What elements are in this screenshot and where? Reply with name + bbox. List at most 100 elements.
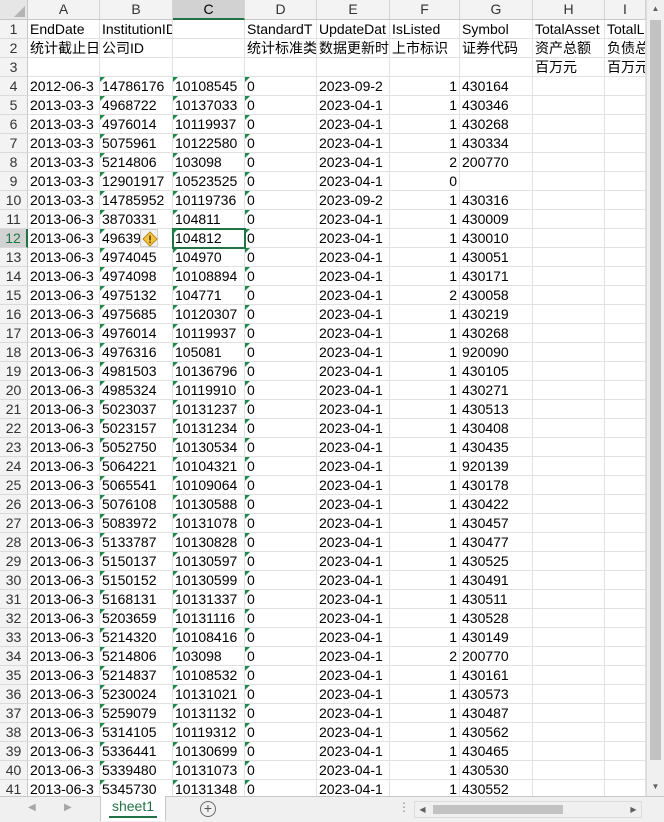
cell-f5[interactable]: 1 [390,96,460,115]
cell-b6[interactable]: 4976014 [100,115,173,134]
cell-a39[interactable]: 2013-06-3 [28,742,100,761]
cell-h34[interactable] [533,647,605,666]
row-header[interactable]: 23 [0,438,28,457]
column-header-i[interactable]: I [605,0,646,20]
cell-b32[interactable]: 5203659 [100,609,173,628]
cell-e25[interactable]: 2023-04-1 [317,476,390,495]
cell-h9[interactable] [533,172,605,191]
cell-e37[interactable]: 2023-04-1 [317,704,390,723]
cell-g2[interactable]: 证券代码 [460,39,533,58]
cell-c20[interactable]: 10119910 [173,381,245,400]
cell-e20[interactable]: 2023-04-1 [317,381,390,400]
cell-c41[interactable]: 10131348 [173,780,245,796]
cell-h30[interactable] [533,571,605,590]
cell-i4[interactable] [605,77,646,96]
cell-i40[interactable] [605,761,646,780]
cell-d23[interactable]: 0 [245,438,317,457]
cell-e18[interactable]: 2023-04-1 [317,343,390,362]
next-sheet-arrow-icon[interactable]: ▶ [64,802,72,813]
cell-i9[interactable] [605,172,646,191]
row-header[interactable]: 6 [0,115,28,134]
cell-b9[interactable]: 12901917 [100,172,173,191]
row-header[interactable]: 18 [0,343,28,362]
cell-e14[interactable]: 2023-04-1 [317,267,390,286]
cell-g9[interactable] [460,172,533,191]
cell-h12[interactable] [533,229,605,248]
cell-i16[interactable] [605,305,646,324]
cell-f14[interactable]: 1 [390,267,460,286]
cell-b38[interactable]: 5314105 [100,723,173,742]
row-header[interactable]: 10 [0,191,28,210]
cell-h13[interactable] [533,248,605,267]
cell-d13[interactable]: 0 [245,248,317,267]
cell-i29[interactable] [605,552,646,571]
cell-e41[interactable]: 2023-04-1 [317,780,390,796]
row-header[interactable]: 37 [0,704,28,723]
cell-c23[interactable]: 10130534 [173,438,245,457]
cell-i35[interactable] [605,666,646,685]
cell-e39[interactable]: 2023-04-1 [317,742,390,761]
cell-a20[interactable]: 2013-06-3 [28,381,100,400]
cell-h26[interactable] [533,495,605,514]
column-header-h[interactable]: H [533,0,605,20]
cell-e24[interactable]: 2023-04-1 [317,457,390,476]
cell-a34[interactable]: 2013-06-3 [28,647,100,666]
cell-h35[interactable] [533,666,605,685]
cell-h24[interactable] [533,457,605,476]
cell-b28[interactable]: 5133787 [100,533,173,552]
cell-c17[interactable]: 10119937 [173,324,245,343]
cell-b12[interactable]: 49639 [100,229,173,248]
column-header-b[interactable]: B [100,0,173,20]
cell-f31[interactable]: 1 [390,590,460,609]
cell-d12[interactable]: 0 [245,229,317,248]
cell-f16[interactable]: 1 [390,305,460,324]
vertical-scrollbar[interactable]: ▲ ▼ [646,0,664,796]
cell-b25[interactable]: 5065541 [100,476,173,495]
cell-h31[interactable] [533,590,605,609]
cell-a22[interactable]: 2013-06-3 [28,419,100,438]
cell-b35[interactable]: 5214837 [100,666,173,685]
cell-h29[interactable] [533,552,605,571]
cell-c30[interactable]: 10130599 [173,571,245,590]
cell-e2[interactable]: 数据更新时 [317,39,390,58]
row-header[interactable]: 20 [0,381,28,400]
row-header[interactable]: 30 [0,571,28,590]
row-header[interactable]: 4 [0,77,28,96]
cell-c7[interactable]: 10122580 [173,134,245,153]
cell-a30[interactable]: 2013-06-3 [28,571,100,590]
cell-i22[interactable] [605,419,646,438]
cell-b31[interactable]: 5168131 [100,590,173,609]
cell-i36[interactable] [605,685,646,704]
cell-h5[interactable] [533,96,605,115]
column-header-c[interactable]: C [173,0,245,20]
cell-c6[interactable]: 10119937 [173,115,245,134]
cell-b34[interactable]: 5214806 [100,647,173,666]
cell-b19[interactable]: 4981503 [100,362,173,381]
cell-a27[interactable]: 2013-06-3 [28,514,100,533]
row-header[interactable]: 22 [0,419,28,438]
cell-e21[interactable]: 2023-04-1 [317,400,390,419]
cell-c39[interactable]: 10130699 [173,742,245,761]
cell-f38[interactable]: 1 [390,723,460,742]
cell-c19[interactable]: 10136796 [173,362,245,381]
cell-b7[interactable]: 5075961 [100,134,173,153]
sheet-tab-sheet1[interactable]: sheet1 [100,796,166,821]
cell-g13[interactable]: 430051 [460,248,533,267]
select-all-corner[interactable] [0,0,28,20]
cell-c5[interactable]: 10137033 [173,96,245,115]
cell-c13[interactable]: 104970 [173,248,245,267]
cell-b21[interactable]: 5023037 [100,400,173,419]
cell-g3[interactable] [460,58,533,77]
row-header[interactable]: 34 [0,647,28,666]
cell-d30[interactable]: 0 [245,571,317,590]
cell-c27[interactable]: 10131078 [173,514,245,533]
cell-e3[interactable] [317,58,390,77]
cell-b20[interactable]: 4985324 [100,381,173,400]
cell-e13[interactable]: 2023-04-1 [317,248,390,267]
cell-a8[interactable]: 2013-03-3 [28,153,100,172]
cell-g4[interactable]: 430164 [460,77,533,96]
cell-a31[interactable]: 2013-06-3 [28,590,100,609]
cell-a37[interactable]: 2013-06-3 [28,704,100,723]
cell-g8[interactable]: 200770 [460,153,533,172]
cell-f2[interactable]: 上市标识 [390,39,460,58]
